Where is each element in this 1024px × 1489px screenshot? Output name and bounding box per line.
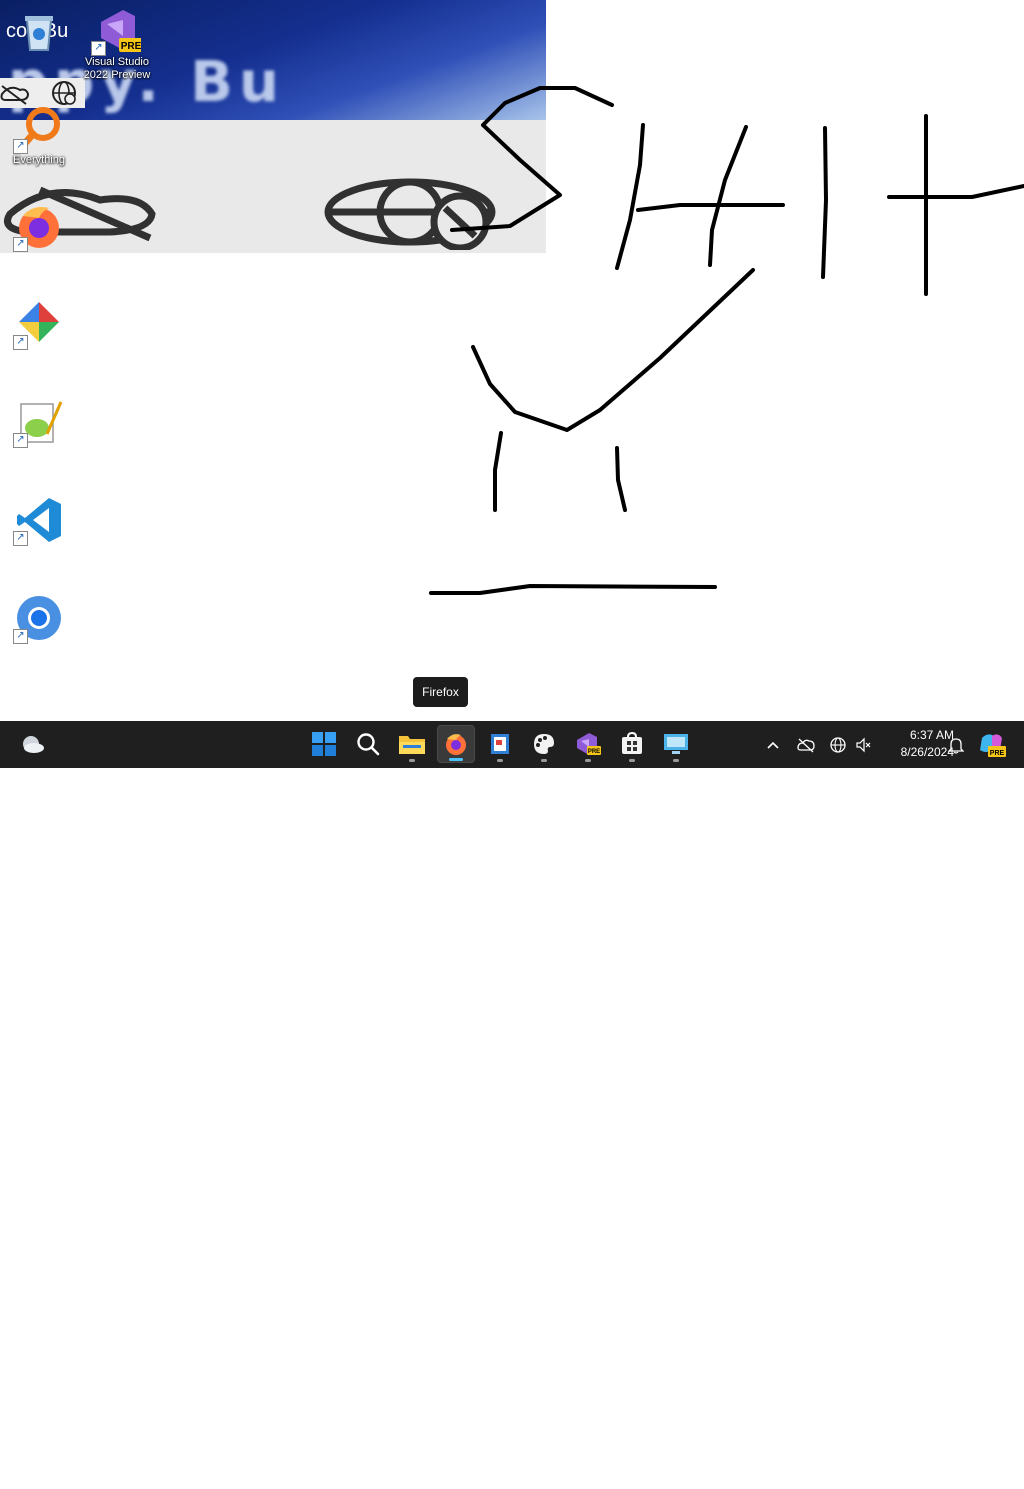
clock-time: 6:37 AM [909,728,954,742]
mouse-cursor [440,1481,448,1489]
remote-desktop-icon [664,734,688,754]
taskbar-microsoft-store[interactable] [613,725,651,763]
pre-badge: PRE [588,749,600,755]
taskbar-notebook[interactable] [481,725,519,763]
bell-icon [948,737,964,754]
desktop-icon-label: Everything [13,154,65,166]
firefox-icon [446,734,466,755]
shortcut-arrow-icon: ↗ [13,629,28,644]
freehand-drawing [429,86,1024,595]
shortcut-arrow-icon: ↗ [13,335,28,350]
shortcut-arrow-icon: ↗ [91,41,106,56]
desktop-icon-recycle-bin[interactable] [0,8,78,56]
copilot-icon: PRE [980,733,1006,757]
everything-search-icon: ↗ [13,104,63,154]
notebook-icon [491,734,509,754]
taskbar-remote-desktop[interactable] [657,725,695,763]
desktop-icon-firefox[interactable]: ↗ [0,202,78,252]
paint-canvas[interactable]: ppy. Bu co.. Bu PRE ↗ Visual Studio 2022… [0,0,1024,721]
pre-badge: PRE [990,750,1005,757]
visual-studio-preview-icon: PRE ↗ [91,6,143,56]
taskbar-visual-studio-preview[interactable]: PRE [569,725,607,763]
paint-palette-icon [534,734,554,754]
active-indicator [449,758,463,761]
pen-stroke [429,584,717,595]
taskbar-clock[interactable]: 6:37 AM 8/26/2024 [878,727,954,761]
onedrive-offline-icon [797,738,815,752]
running-indicator [673,759,679,762]
pen-stroke [471,268,755,432]
app-icon: ↗ [13,300,63,350]
pen-stroke [708,125,748,267]
chrome-icon: ↗ [13,594,63,644]
running-indicator [585,759,591,762]
store-icon [622,732,642,754]
search-icon [357,733,380,756]
tray-onedrive[interactable] [794,721,818,768]
pen-stroke [821,126,828,279]
running-indicator [409,759,415,762]
weather-widget-icon [23,736,44,753]
running-indicator [629,759,635,762]
taskbar-search-button[interactable] [349,725,387,763]
taskbar: PRE 6:37 AM 8/26/2024 PRE [0,721,1024,1489]
desktop-icon-chrome[interactable]: ↗ [0,594,78,644]
taskbar-paint[interactable] [525,725,563,763]
desktop-icon-visual-studio-2022-preview[interactable]: PRE ↗ Visual Studio 2022 Preview [78,6,156,82]
notepad-plus-plus-icon: ↗ [13,398,63,448]
firefox-icon: ↗ [13,202,63,252]
taskbar-tooltip: Firefox [413,677,468,707]
shortcut-arrow-icon: ↗ [13,237,28,252]
recycle-bin-icon [15,8,63,56]
shortcut-arrow-icon: ↗ [13,139,28,154]
shortcut-arrow-icon: ↗ [13,531,28,546]
widgets-button[interactable] [13,725,51,763]
desktop-icon-app[interactable]: ↗ [0,300,78,350]
taskbar-firefox[interactable] [437,725,475,763]
visual-studio-preview-icon: PRE [577,733,601,755]
volume-muted-icon [856,737,871,752]
pen-stroke [887,184,1024,199]
running-indicator [541,759,547,762]
tray-network[interactable] [826,721,850,768]
pen-stroke [450,86,614,232]
network-globe-icon [830,736,846,753]
pen-stroke [615,123,645,270]
pen-stroke [615,446,627,512]
windows-start-icon [312,732,336,756]
taskbar-start-button[interactable] [305,725,343,763]
pen-stroke [636,203,785,212]
desktop-icon-label: Visual Studio 2022 Preview [83,56,151,81]
pen-stroke [493,431,503,512]
desktop-icon-notepad-plus-plus[interactable]: ↗ [0,398,78,448]
clock-date: 8/26/2024 [900,745,954,759]
tray-volume[interactable] [852,721,874,768]
shortcut-arrow-icon: ↗ [13,433,28,448]
notification-button[interactable] [945,721,967,768]
desktop-icon-everything[interactable]: ↗ Everything [0,104,78,167]
pre-badge: PRE [121,41,141,52]
desktop-icon-vscode[interactable]: ↗ [0,496,78,546]
taskbar-file-explorer[interactable] [393,725,431,763]
running-indicator [497,759,503,762]
copilot-button[interactable]: PRE [977,721,1007,768]
show-hidden-icons-button[interactable] [762,721,784,768]
vscode-icon: ↗ [13,496,63,546]
folder-icon [399,736,425,754]
chevron-up-icon [767,741,779,749]
